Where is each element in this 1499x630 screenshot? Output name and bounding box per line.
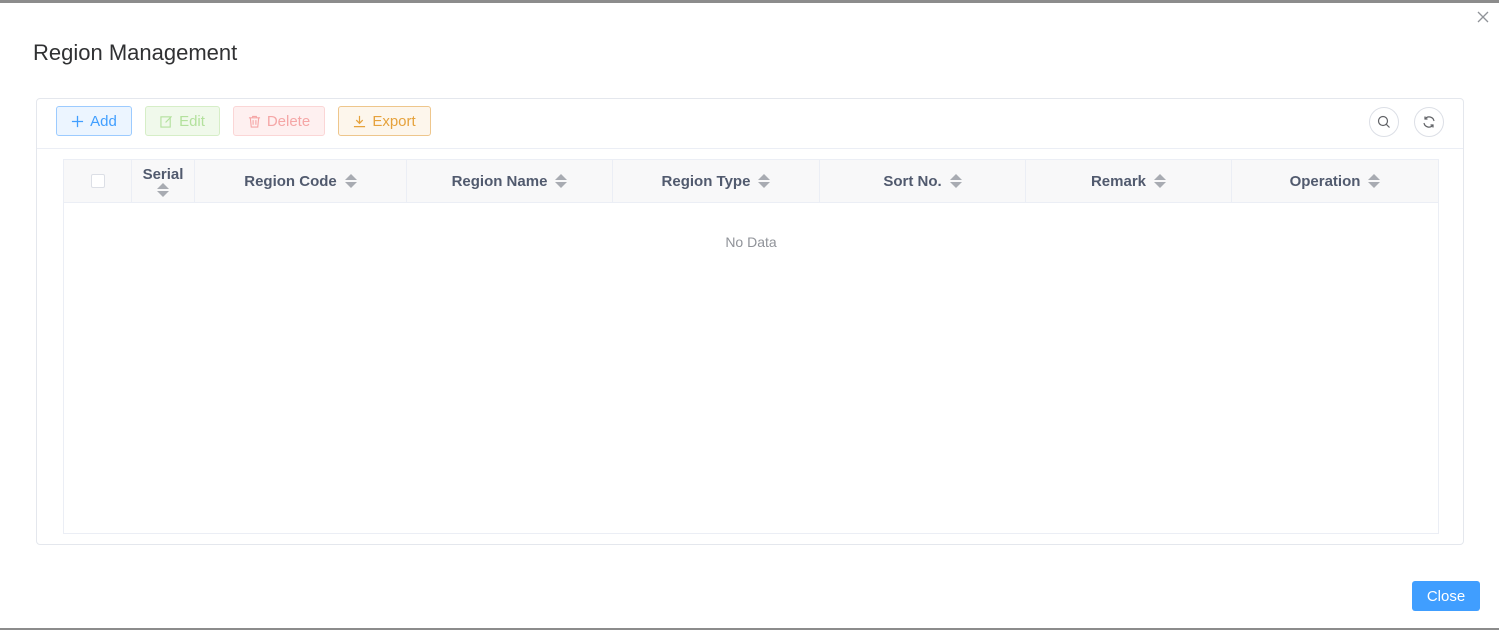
sort-icon[interactable] xyxy=(555,174,568,188)
column-remark[interactable]: Remark xyxy=(1026,160,1232,202)
search-icon xyxy=(1377,115,1390,128)
sort-icon[interactable] xyxy=(1368,174,1381,188)
column-serial[interactable]: Serial xyxy=(132,160,195,202)
close-icon[interactable] xyxy=(1475,9,1491,25)
refresh-icon xyxy=(1423,116,1435,128)
region-management-dialog: Region Management Add Edit Delete Export xyxy=(0,0,1499,630)
toolbar: Add Edit Delete Export xyxy=(37,99,1463,149)
column-region-name-label: Region Name xyxy=(451,172,548,190)
edit-button-label: Edit xyxy=(179,112,205,130)
download-icon xyxy=(354,115,366,127)
table-header: Serial Region Code Region Name Region Ty… xyxy=(64,160,1438,203)
select-all-checkbox[interactable] xyxy=(90,174,105,188)
sort-icon[interactable] xyxy=(344,174,357,188)
add-button[interactable]: Add xyxy=(56,106,132,136)
search-button[interactable] xyxy=(1369,107,1399,137)
column-operation-label: Operation xyxy=(1289,172,1361,190)
add-button-label: Add xyxy=(90,112,117,130)
empty-state-text: No Data xyxy=(725,234,777,250)
column-region-name[interactable]: Region Name xyxy=(407,160,613,202)
sort-icon[interactable] xyxy=(758,174,771,188)
delete-button[interactable]: Delete xyxy=(233,106,325,136)
refresh-button[interactable] xyxy=(1414,107,1444,137)
region-table: Serial Region Code Region Name Region Ty… xyxy=(63,159,1439,534)
column-region-type-label: Region Type xyxy=(661,172,751,190)
sort-icon[interactable] xyxy=(949,174,962,188)
sort-icon[interactable] xyxy=(1154,174,1167,188)
dialog-title: Region Management xyxy=(33,40,238,65)
trash-icon xyxy=(248,115,260,128)
delete-button-label: Delete xyxy=(266,112,311,130)
edit-icon xyxy=(160,115,173,128)
export-button-label: Export xyxy=(372,112,416,130)
column-remark-label: Remark xyxy=(1090,172,1147,190)
column-region-type[interactable]: Region Type xyxy=(613,160,820,202)
content-panel: Add Edit Delete Export Serial Region Cod… xyxy=(36,98,1464,545)
edit-button[interactable]: Edit xyxy=(145,106,220,136)
column-sort-no-label: Sort No. xyxy=(883,172,942,190)
sort-icon[interactable] xyxy=(157,182,169,197)
column-region-code[interactable]: Region Code xyxy=(195,160,407,202)
plus-icon xyxy=(72,115,84,127)
close-button[interactable]: Close xyxy=(1412,581,1480,611)
column-sort-no[interactable]: Sort No. xyxy=(820,160,1026,202)
header-select-all xyxy=(64,160,132,202)
column-operation[interactable]: Operation xyxy=(1232,160,1438,202)
export-button[interactable]: Export xyxy=(338,106,431,136)
column-region-code-label: Region Code xyxy=(244,172,337,190)
column-serial-label: Serial xyxy=(142,165,184,183)
